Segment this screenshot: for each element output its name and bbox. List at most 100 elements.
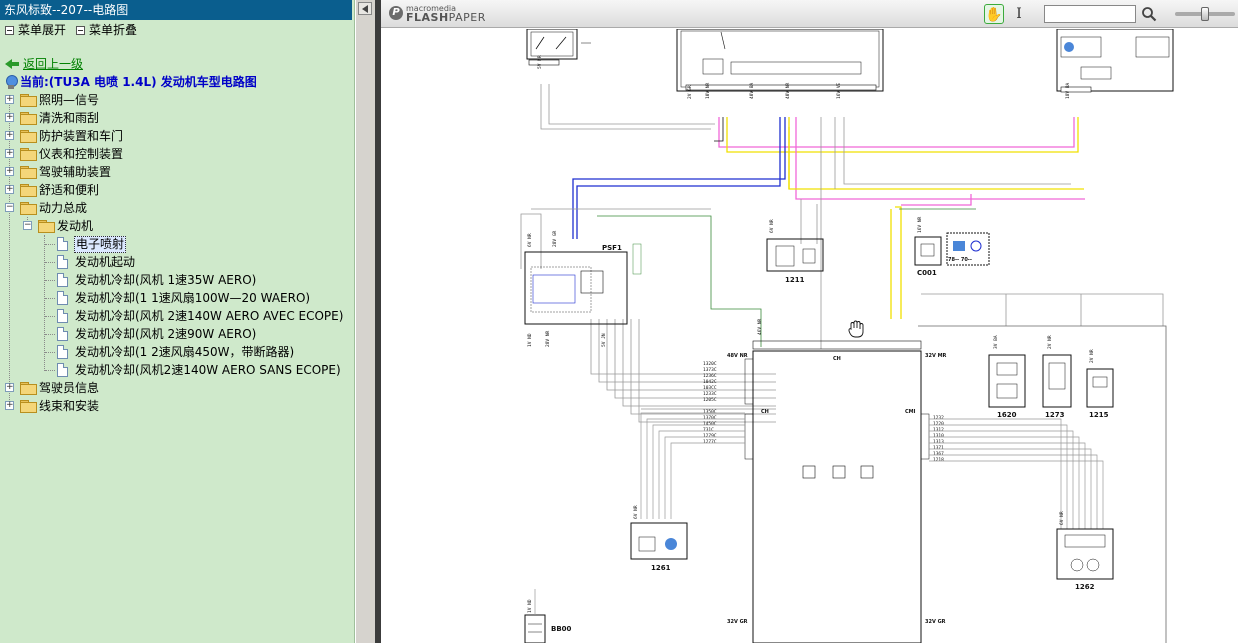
flashpaper-logo-icon: P [389,6,403,20]
collapse-panel-button[interactable] [358,2,372,15]
tree-item-label[interactable]: 发动机起动 [75,253,135,271]
wire-code: 1367 [933,451,944,457]
tree-item-harness[interactable]: + 线束和安装 [0,397,354,415]
expand-toggle[interactable]: + [5,383,14,392]
component-c001 [914,236,942,266]
tree-item-label[interactable]: 清洗和雨刮 [39,109,99,127]
psf1-label: PSF1 [602,244,622,252]
tree-item-driving-aids[interactable]: + 驾驶辅助装置 [0,163,354,181]
component-1211 [766,238,824,272]
wire-code: 1220 [933,421,944,427]
expand-toggle[interactable]: + [5,185,14,194]
tree-line [45,316,55,317]
folder-icon [20,94,37,107]
tree-item-label[interactable]: 舒适和便利 [39,181,99,199]
svg-text:6V NR: 6V NR [527,233,533,247]
tree-item-label[interactable]: 仪表和控制装置 [39,145,123,163]
c7870-label: 78-- 70-- [948,257,972,263]
ecu-cmi: CMI [905,409,916,415]
wire-code: 1320C [703,361,717,367]
tree-item-cooling-4[interactable]: 发动机冷却(风机 2速90W AERO) [0,325,354,343]
tree-item-label[interactable]: 照明—信号 [39,91,99,109]
tree-item-engine-start[interactable]: 发动机起动 [0,253,354,271]
tree-item-label[interactable]: 电子喷射 [74,236,127,253]
menu-bar: 菜单展开 菜单折叠 [0,20,354,40]
wire-code: 1042C [703,379,717,385]
wiring-diagram-svg: 5V NR 2V GR 10V NR 40V BA 40V NR 16V VE … [520,29,1174,643]
svg-text:10V NR: 10V NR [705,82,711,99]
tree-item-engine[interactable]: − 发动机 [0,217,354,235]
tree-item-instruments[interactable]: + 仪表和控制装置 [0,145,354,163]
expand-menu-label: 菜单展开 [18,23,67,37]
search-input[interactable] [1044,5,1136,23]
tree-item-label[interactable]: 发动机冷却(风机2速140W AERO SANS ECOPE) [75,361,341,379]
tree-item-label[interactable]: 发动机冷却(风机 2速90W AERO) [75,325,256,343]
zoom-slider-thumb[interactable] [1201,7,1209,21]
tree-item-label[interactable]: 发动机 [57,217,93,235]
tree-item-label[interactable]: 发动机冷却(1 1速风扇100W—20 WAERO) [75,289,310,307]
wiring-diagram[interactable]: 5V NR 2V GR 10V NR 40V BA 40V NR 16V VE … [381,29,1238,643]
expand-menu-button[interactable]: 菜单展开 [5,20,66,40]
expand-toggle[interactable]: + [5,401,14,410]
tree-item-cooling-3[interactable]: 发动机冷却(风机 2速140W AERO AVEC ECOPE) [0,307,354,325]
tree-item-label[interactable]: 发动机冷却(风机 1速35W AERO) [75,271,256,289]
document-icon [57,273,68,287]
collapse-toggle[interactable]: − [23,221,32,230]
tree-item-lighting[interactable]: + 照明—信号 [0,91,354,109]
component-top-left [526,29,591,60]
tree-item-powertrain[interactable]: − 动力总成 [0,199,354,217]
tree-item-wash-wipe[interactable]: + 清洗和雨刮 [0,109,354,127]
tree-item-cooling-5[interactable]: 发动机冷却(1 2速风扇450W，带断路器) [0,343,354,361]
tree-item-comfort[interactable]: + 舒适和便利 [0,181,354,199]
tree-item-protection-doors[interactable]: + 防护装置和车门 [0,127,354,145]
document-icon [57,237,68,251]
expand-toggle[interactable]: + [5,167,14,176]
svg-text:2V NR: 2V NR [1089,349,1095,363]
zoom-slider[interactable] [1175,7,1235,21]
tree-line [45,334,55,335]
collapse-toggle[interactable]: − [5,203,14,212]
tree-item-label[interactable]: 动力总成 [39,199,87,217]
tree-item-cooling-2[interactable]: 发动机冷却(1 1速风扇100W—20 WAERO) [0,289,354,307]
wire-code: 1233C [703,391,717,397]
tree-item-label[interactable]: 线束和安装 [39,397,99,415]
svg-text:6V NR: 6V NR [769,219,775,233]
collapse-menu-button[interactable]: 菜单折叠 [76,20,137,40]
wire-code: 1310 [933,433,944,439]
magnifier-icon [1142,7,1157,22]
flashpaper-logo: P macromedia FLASHPAPER [389,4,486,23]
tree-item-label[interactable]: 驾驶员信息 [39,379,99,397]
ecu-32v-br: 32V GR [925,619,946,625]
select-text-button[interactable]: I [1009,4,1029,24]
c1620-label: 1620 [997,411,1017,419]
svg-text:2V NR: 2V NR [1047,335,1053,349]
wire-code: 1371 [933,445,944,451]
component-psf1 [524,251,628,325]
expand-toggle[interactable]: + [5,131,14,140]
expand-toggle[interactable]: + [5,113,14,122]
tree-item-cooling-1[interactable]: 发动机冷却(风机 1速35W AERO) [0,271,354,289]
expand-toggle[interactable]: + [5,95,14,104]
search-button[interactable] [1139,4,1159,24]
svg-text:5V NR: 5V NR [537,55,543,69]
component-1620 [988,354,1026,408]
document-icon [57,363,68,377]
wire-code: 1373C [703,367,717,373]
ecu-32v-top: 32V MR [925,353,947,359]
wire-code: 1350C [703,409,717,415]
tree-item-label[interactable]: 驾驶辅助装置 [39,163,111,181]
c1262-label: 1262 [1075,583,1095,591]
c1211-label: 1211 [785,276,805,284]
panel-splitter[interactable] [355,0,375,643]
tree-item-label[interactable]: 防护装置和车门 [39,127,123,145]
hand-tool-button[interactable]: ✋ [984,4,1004,24]
back-link[interactable]: 返回上一级 [5,55,83,72]
tree-item-injection[interactable]: 电子喷射 [0,235,354,253]
hand-icon: ✋ [985,7,1003,23]
tree-item-label[interactable]: 发动机冷却(风机 2速140W AERO AVEC ECOPE) [75,307,343,325]
tree-item-driver-info[interactable]: + 驾驶员信息 [0,379,354,397]
tree-item-cooling-6[interactable]: 发动机冷却(风机2速140W AERO SANS ECOPE) [0,361,354,379]
expand-toggle[interactable]: + [5,149,14,158]
document-icon [57,255,68,269]
tree-item-label[interactable]: 发动机冷却(1 2速风扇450W，带断路器) [75,343,294,361]
